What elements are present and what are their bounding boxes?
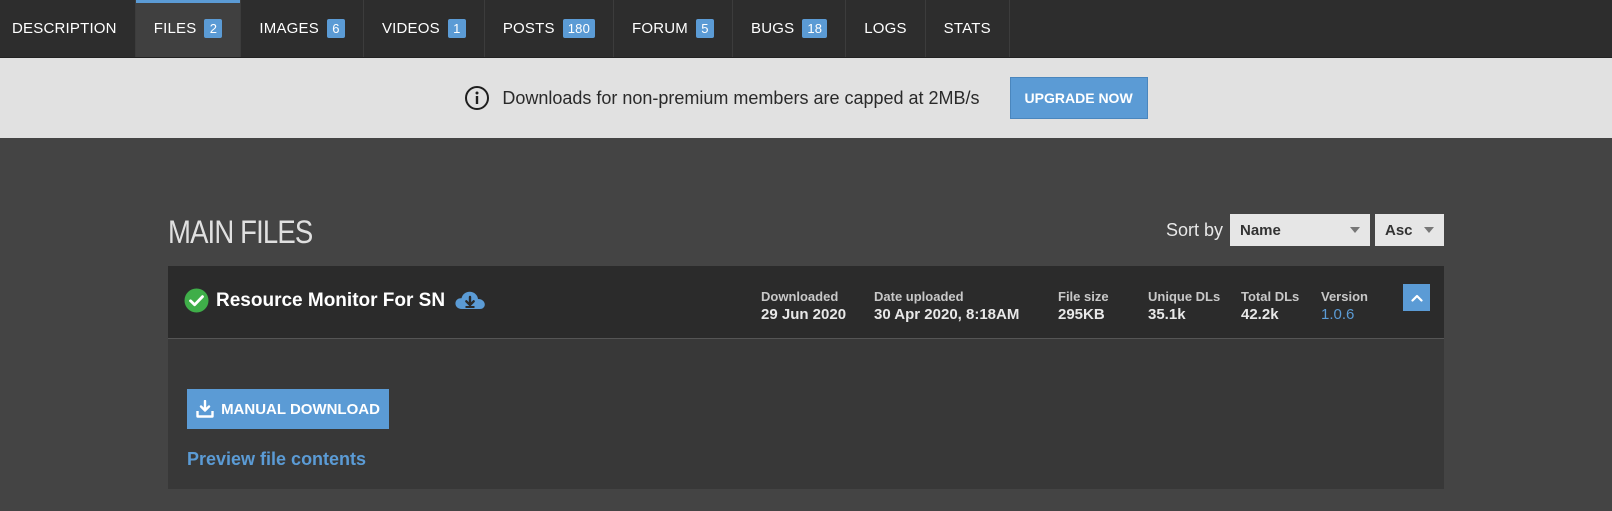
meta-label: Version [1321, 289, 1368, 304]
tab-forum[interactable]: FORUM 5 [614, 0, 733, 57]
upgrade-now-button[interactable]: UPGRADE NOW [1009, 77, 1148, 119]
notice-text: Downloads for non-premium members are ca… [502, 87, 980, 108]
sort-label: Sort by [1165, 219, 1223, 240]
meta-value: 30 Apr 2020, 8:18AM [874, 306, 1020, 323]
count-badge: 1 [447, 19, 466, 38]
count-badge: 180 [562, 19, 595, 38]
cloud-download-icon[interactable] [454, 289, 486, 313]
meta-label: Date uploaded [874, 289, 964, 304]
meta-label: Unique DLs [1148, 289, 1221, 304]
tab-label: FORUM [632, 20, 688, 37]
sort-field-value: Name [1240, 221, 1281, 239]
sort-field-select[interactable]: Name [1230, 214, 1370, 246]
count-badge: 2 [204, 19, 223, 38]
count-badge: 6 [326, 19, 345, 38]
check-circle-icon [184, 288, 209, 313]
tab-posts[interactable]: POSTS 180 [485, 0, 614, 57]
meta-value: 42.2k [1241, 306, 1279, 323]
tab-label: LOGS [864, 20, 907, 37]
tab-label: STATS [943, 20, 991, 37]
collapse-button[interactable] [1403, 284, 1430, 311]
meta-file-size: File size 295KB [1058, 289, 1109, 323]
tab-bugs[interactable]: BUGS 18 [733, 0, 847, 57]
meta-date-uploaded: Date uploaded 30 Apr 2020, 8:18AM [874, 289, 1019, 323]
chevron-up-icon [1410, 294, 1423, 302]
meta-version: Version 1.0.6 [1321, 289, 1368, 323]
manual-download-button[interactable]: MANUAL DOWNLOAD [187, 389, 389, 429]
chevron-down-icon [1350, 227, 1360, 233]
tab-logs[interactable]: LOGS [846, 0, 926, 57]
tab-videos[interactable]: VIDEOS 1 [364, 0, 485, 57]
sort-order-select[interactable]: Asc [1375, 214, 1444, 246]
tab-stats[interactable]: STATS [926, 0, 1010, 57]
meta-value: 295KB [1058, 306, 1105, 323]
file-name: Resource Monitor For SN [216, 289, 446, 311]
main-content: MAIN FILES Sort by Name Asc Resource Mon… [0, 138, 1612, 511]
file-details-panel: MANUAL DOWNLOAD Preview file contents [168, 339, 1444, 489]
meta-total-dls: Total DLs 42.2k [1241, 289, 1299, 323]
meta-value: 29 Jun 2020 [761, 306, 847, 323]
sort-controls: Sort by Name Asc [1166, 214, 1444, 246]
tab-images[interactable]: IMAGES 6 [241, 0, 364, 57]
count-badge: 5 [696, 19, 714, 38]
meta-label: Total DLs [1241, 289, 1300, 304]
meta-value: 35.1k [1148, 306, 1186, 323]
download-icon [196, 400, 214, 418]
manual-download-label: MANUAL DOWNLOAD [221, 400, 380, 418]
tab-label: DESCRIPTION [12, 20, 117, 37]
meta-label: Downloaded [761, 289, 839, 304]
tab-description[interactable]: DESCRIPTION [0, 0, 136, 57]
tab-label: IMAGES [259, 20, 319, 37]
section-title: MAIN FILES [168, 214, 313, 250]
info-icon [465, 86, 490, 110]
file-title: Resource Monitor For SN [184, 288, 486, 313]
file-header: Resource Monitor For SN Downloaded 29 Ju… [168, 266, 1444, 339]
meta-unique-dls: Unique DLs 35.1k [1148, 289, 1220, 323]
premium-notice-bar: Downloads for non-premium members are ca… [0, 58, 1612, 138]
meta-label: File size [1058, 289, 1109, 304]
chevron-down-icon [1424, 227, 1434, 233]
sort-order-value: Asc [1385, 221, 1413, 239]
version-link[interactable]: 1.0.6 [1321, 306, 1368, 323]
tab-files[interactable]: FILES 2 [135, 0, 242, 57]
tab-label: FILES [153, 20, 197, 37]
tab-label: VIDEOS [381, 20, 440, 37]
tab-bar: DESCRIPTION FILES 2 IMAGES 6 VIDEOS 1 PO… [0, 0, 1612, 58]
count-badge: 18 [802, 19, 828, 38]
preview-file-contents-link[interactable]: Preview file contents [187, 449, 366, 470]
tab-label: POSTS [502, 20, 555, 37]
tab-label: BUGS [751, 20, 795, 37]
meta-downloaded: Downloaded 29 Jun 2020 [761, 289, 846, 323]
